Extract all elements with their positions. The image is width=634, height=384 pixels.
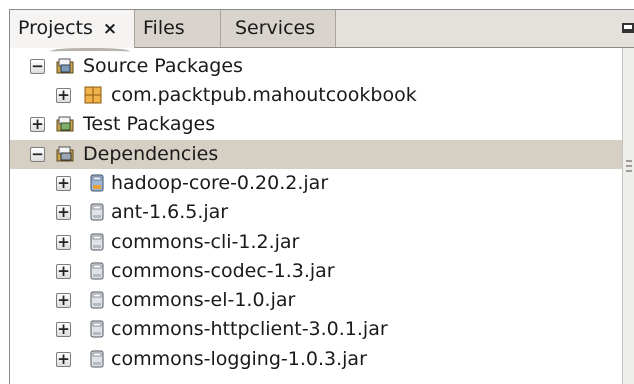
tree-node-source-packages[interactable]: − Source Packages [10,52,622,81]
jar-file-icon [90,291,104,309]
scrollbar-grip-icon[interactable] [626,160,632,184]
vertical-scrollbar[interactable] [622,48,634,384]
close-icon[interactable]: × [103,19,117,39]
expand-toggle-icon[interactable]: + [56,352,71,367]
minimize-window-icon[interactable] [622,23,634,33]
tree-node-label: Test Packages [83,113,216,135]
tree-node-test-packages[interactable]: + Test Packages [10,110,622,139]
tree-node-label: com.packtpub.mahoutcookbook [111,84,417,106]
expand-toggle-icon[interactable]: + [56,293,71,308]
projects-window: Projects × Files Services − Source Packag… [9,9,634,384]
tree-node-jar[interactable]: + commons-el-1.0.jar [10,286,622,315]
tree-node-label: ant-1.6.5.jar [111,201,229,223]
jar-file-icon [90,233,104,251]
jar-file-icon [90,174,104,192]
tree-node-jar[interactable]: + commons-codec-1.3.jar [10,257,622,286]
jar-file-icon [90,262,104,280]
tree-node-label: Source Packages [83,55,243,77]
tab-files[interactable]: Files [135,10,221,47]
expand-toggle-icon[interactable]: + [56,235,71,250]
tab-services[interactable]: Services [221,10,336,47]
tree-node-label: commons-httpclient-3.0.1.jar [111,318,388,340]
expand-toggle-icon[interactable]: + [56,88,71,103]
tree-node-jar[interactable]: + commons-logging-1.0.3.jar [10,345,622,374]
expand-toggle-icon[interactable]: + [56,176,71,191]
expand-toggle-icon[interactable]: + [56,322,71,337]
tree-node-label: commons-codec-1.3.jar [111,260,335,282]
tab-services-label: Services [235,17,316,39]
test-folder-icon [56,116,74,132]
tab-bar: Projects × Files Services [10,10,634,48]
expand-toggle-icon[interactable]: + [30,117,45,132]
tree-node-label: Dependencies [83,143,219,165]
expand-toggle-icon[interactable]: + [56,205,71,220]
tree-node-dependencies[interactable]: − Dependencies [10,140,622,169]
tree-node-jar[interactable]: + commons-httpclient-3.0.1.jar [10,315,622,344]
tab-projects-label: Projects [18,17,93,39]
tab-files-label: Files [143,17,185,39]
tree-node-label: hadoop-core-0.20.2.jar [111,172,329,194]
expand-toggle-icon[interactable]: + [56,264,71,279]
jar-file-icon [90,203,104,221]
tree-node-label: commons-el-1.0.jar [111,289,296,311]
library-folder-icon [56,146,74,162]
tab-projects[interactable]: Projects × [10,10,135,48]
project-tree: − Source Packages + com.packtpub.mahoutc… [10,48,622,384]
package-icon [84,86,102,104]
tree-node-label: commons-cli-1.2.jar [111,231,300,253]
tree-node-jar[interactable]: + ant-1.6.5.jar [10,198,622,227]
tree-node-jar[interactable]: + hadoop-core-0.20.2.jar [10,169,622,198]
collapse-toggle-icon[interactable]: − [30,147,45,162]
source-folder-icon [56,58,74,74]
jar-file-icon [90,350,104,368]
jar-file-icon [90,320,104,338]
tree-node-jar[interactable]: + commons-cli-1.2.jar [10,228,622,257]
collapse-toggle-icon[interactable]: − [30,59,45,74]
tree-node-package[interactable]: + com.packtpub.mahoutcookbook [10,81,622,110]
tree-node-label: commons-logging-1.0.3.jar [111,348,367,370]
